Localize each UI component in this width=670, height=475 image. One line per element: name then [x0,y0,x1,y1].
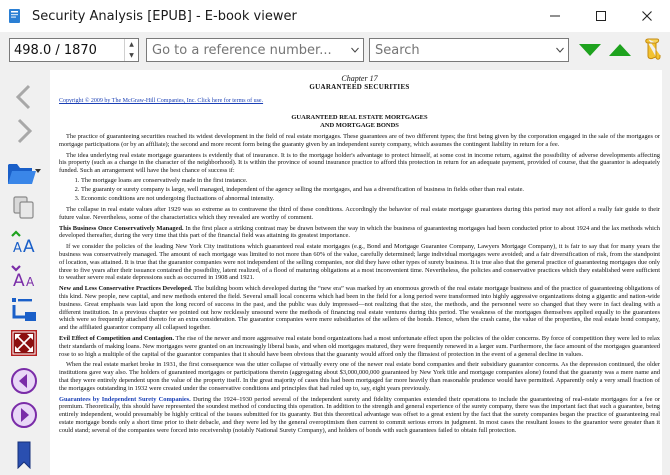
chapter-number: Chapter 17 [341,74,378,83]
fullscreen-icon [11,330,37,356]
open-ebook-button[interactable] [4,158,44,188]
list-item: The guaranty or surety company is large,… [81,185,660,194]
copyright-link[interactable]: Copyright © 2009 by The McGraw-Hill Comp… [59,97,660,105]
font-smaller-button[interactable]: A A [8,260,40,290]
minimize-button[interactable] [532,0,578,32]
ebook-viewer-window: Security Analysis [EPUB] - E-book viewer… [0,0,670,475]
section-heading-line1: GUARANTEED REAL ESTATE MORTGAGES [291,114,428,121]
spin-buttons: ▲ ▼ [124,39,138,61]
arrow-up-icon [609,44,631,56]
forward-button[interactable] [8,116,40,146]
reference-mode-button[interactable] [640,37,664,61]
position-spinbox[interactable]: 498.0 / 1870 ▲ ▼ [9,38,139,62]
open-folder-icon [8,164,41,184]
chevron-down-icon[interactable] [347,39,363,61]
find-next-button[interactable] [578,40,602,60]
svg-text:A: A [23,237,35,254]
back-button[interactable] [8,82,40,112]
runin-heading: Evil Effect of Competition and Contagion… [59,334,175,342]
section-heading-line2: AND MORTGAGE BONDS [320,122,399,129]
window-controls [532,0,670,32]
chapter-title: GUARANTEED SECURITIES [309,83,410,91]
maximize-icon [596,11,606,21]
chevron-down-icon[interactable] [552,39,568,61]
reference-combobox[interactable] [146,38,364,62]
svg-text:A: A [13,241,22,254]
find-previous-button[interactable] [608,40,632,60]
vertical-scrollbar[interactable] [662,70,670,475]
reference-input[interactable] [147,42,347,58]
spin-down-button[interactable]: ▼ [125,50,138,61]
book-reader-icon [6,7,24,25]
search-combobox[interactable] [369,38,569,62]
toc-icon [12,298,36,321]
previous-page-button[interactable] [8,366,40,396]
close-icon [642,11,652,21]
top-toolbar: 498.0 / 1870 ▲ ▼ [0,32,670,68]
paragraph-6: New and Less Conservative Practices Deve… [59,285,660,332]
paragraph-8: When the real estate market broke in 193… [59,361,660,392]
fullscreen-button[interactable] [8,328,40,358]
font-larger-icon: A A [11,230,35,254]
list-item: The mortgage loans are conservatively ma… [81,176,660,185]
paragraph-text: The building boom which developed during… [59,285,660,332]
maximize-button[interactable] [578,0,624,32]
arrow-down-icon [579,44,601,56]
copy-icon [13,196,34,219]
conditions-list: The mortgage loans are conservatively ma… [59,176,660,203]
position-value[interactable]: 498.0 / 1870 [10,43,124,58]
window-title: Security Analysis [EPUB] - E-book viewer [32,8,297,24]
scroll-icon [645,38,661,60]
copy-button[interactable] [8,192,40,222]
table-of-contents-button[interactable] [8,294,40,324]
paragraph-7: Evil Effect of Competition and Contagion… [59,335,660,358]
bookmark-icon [17,441,31,469]
font-larger-button[interactable]: A A [8,226,40,256]
paragraph-4: This Business Once Conservatively Manage… [59,225,660,241]
spin-up-button[interactable]: ▲ [125,39,138,50]
svg-text:A: A [13,271,25,288]
font-smaller-icon: A A [11,265,35,288]
close-button[interactable] [624,0,670,32]
back-icon [15,84,31,110]
paragraph-1: The practice of guaranteeing securities … [59,133,660,148]
forward-icon [17,118,33,144]
runin-heading: This Business Once Conservatively Manage… [59,224,184,232]
runin-heading: New and Less Conservative Practices Deve… [59,285,193,293]
section-heading: GUARANTEED REAL ESTATE MORTGAGES AND MOR… [59,114,660,130]
minimize-icon [550,15,560,17]
bookmarks-button[interactable] [8,440,40,470]
book-content-view[interactable]: Chapter 17 GUARANTEED SECURITIES Copyrig… [50,70,670,475]
svg-text:A: A [26,275,35,288]
runin-heading: Guarantees by Independent Surety Compani… [59,395,191,403]
previous-page-icon [11,368,37,394]
side-toolbar: A A A A [0,68,48,475]
list-item: Economic conditions are not undergoing f… [81,194,660,203]
paragraph-5: If we consider the policies of the leadi… [59,243,660,282]
next-page-icon [11,402,37,428]
paragraph-9: Guarantees by Independent Surety Compani… [59,396,660,435]
search-input[interactable] [370,42,552,58]
paragraph-3: The collapse in real estate values after… [59,205,660,221]
next-page-button[interactable] [8,400,40,430]
paragraph-2: The idea underlying real estate mortgage… [59,151,660,175]
title-bar: Security Analysis [EPUB] - E-book viewer [0,0,670,32]
